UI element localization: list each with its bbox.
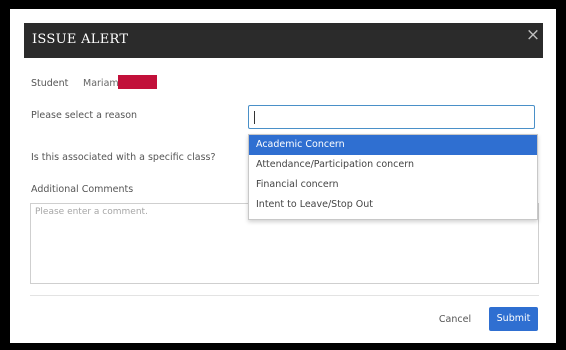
reason-dropdown-list: Academic Concern Attendance/Participatio… [248, 134, 538, 220]
student-label: Student [31, 78, 69, 89]
reason-option-academic-concern[interactable]: Academic Concern [249, 135, 537, 155]
text-caret [254, 111, 255, 124]
reason-select-input[interactable] [248, 105, 535, 129]
close-icon[interactable]: × [525, 26, 541, 44]
cancel-button[interactable]: Cancel [434, 311, 476, 329]
submit-button[interactable]: Submit [489, 307, 538, 331]
reason-label: Please select a reason [31, 110, 138, 121]
specific-class-label: Is this associated with a specific class… [31, 152, 216, 163]
additional-comments-label: Additional Comments [31, 184, 134, 195]
student-name: Mariam [83, 78, 119, 89]
dialog-header: ISSUE ALERT × [24, 23, 543, 58]
reason-option-intent-to-leave[interactable]: Intent to Leave/Stop Out [249, 195, 537, 215]
footer-divider [30, 295, 539, 296]
dialog-title: ISSUE ALERT [32, 32, 129, 47]
redacted-surname [118, 75, 157, 89]
reason-option-financial-concern[interactable]: Financial concern [249, 175, 537, 195]
reason-option-attendance-participation[interactable]: Attendance/Participation concern [249, 155, 537, 175]
issue-alert-dialog: ISSUE ALERT × Student Mariam Please sele… [10, 9, 556, 343]
